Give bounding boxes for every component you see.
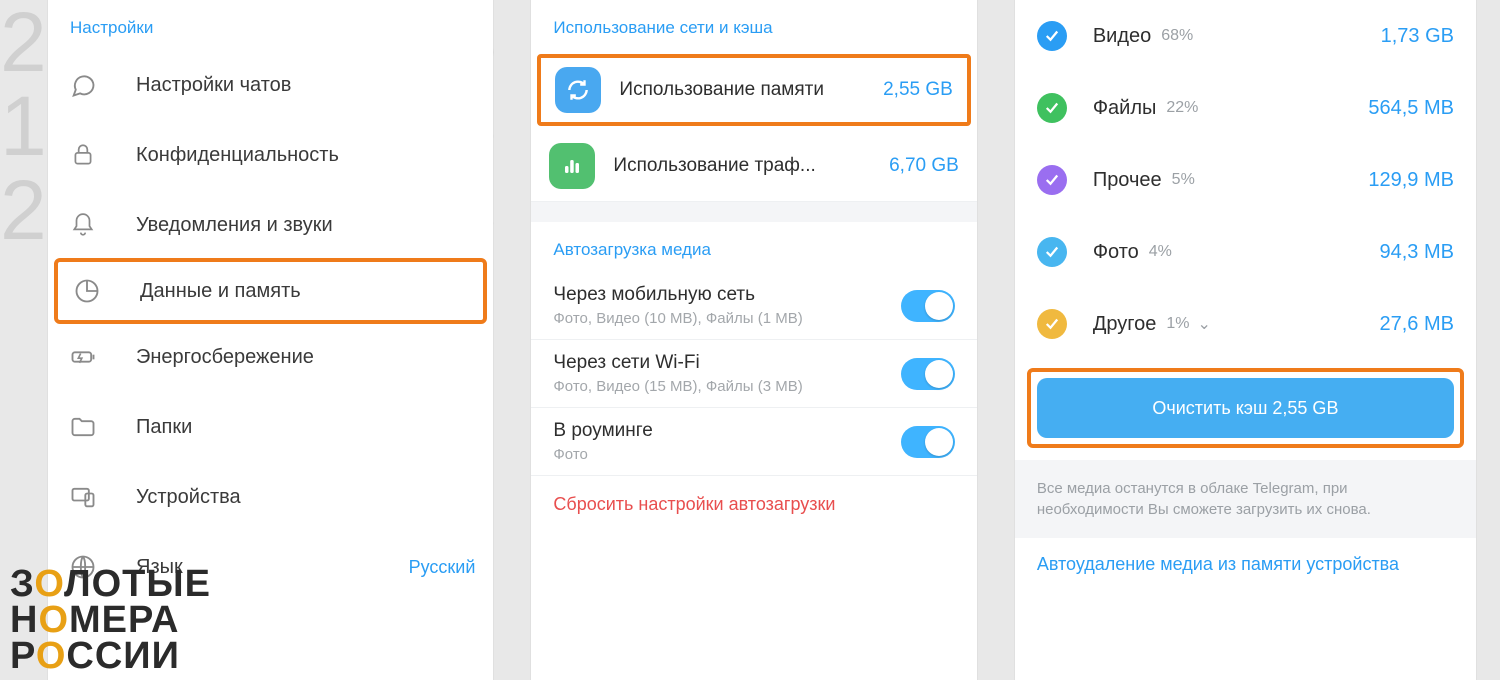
files-size: 564,5 MB [1368,97,1454,120]
cache-note: Все медиа останутся в облаке Telegram, п… [1015,460,1476,538]
section-gap [531,202,976,222]
lock-icon [66,138,100,172]
row-misc[interactable]: Прочее 5% 129,9 MB [1015,144,1476,216]
row-privacy[interactable]: Конфиденциальность [48,120,493,190]
refresh-icon [555,67,601,113]
auto-delete-link[interactable]: Автоудаление медиа из памяти устройства [1015,538,1476,579]
video-size: 1,73 GB [1381,25,1454,48]
misc-size: 129,9 MB [1368,169,1454,192]
bell-icon [66,208,100,242]
traffic-value: 6,70 GB [889,155,959,177]
row-label: Данные и память [140,280,301,303]
files-pct: 22% [1166,99,1198,117]
auto-cell-title: Через мобильную сеть [553,284,900,306]
row-photo[interactable]: Фото 4% 94,3 MB [1015,216,1476,288]
row-other[interactable]: Другое 1% ⌄ 27,6 MB [1015,288,1476,360]
panel-storage: Использование сети и кэша Использование … [531,0,976,680]
files-label: Файлы [1093,97,1157,120]
panel-cache-breakdown: Видео 68% 1,73 GB Файлы 22% 564,5 MB Про… [1015,0,1476,680]
reset-auto-download[interactable]: Сбросить настройки автозагрузки [531,476,976,533]
devices-icon [66,480,100,514]
memory-value: 2,55 GB [883,79,953,101]
language-value: Русский [409,557,476,578]
pie-icon [70,274,104,308]
check-icon [1037,21,1067,51]
toggle-cellular[interactable] [901,290,955,322]
row-auto-cellular[interactable]: Через мобильную сеть Фото, Видео (10 MB)… [531,272,976,340]
auto-download-header: Автозагрузка медиа [531,222,976,272]
settings-header: Настройки [48,0,493,50]
row-auto-roaming[interactable]: В роуминге Фото [531,408,976,476]
row-label: Энергосбережение [136,346,314,369]
chat-icon [66,68,100,102]
check-icon [1037,237,1067,267]
folder-icon [66,410,100,444]
auto-roam-title: В роуминге [553,420,900,442]
check-icon [1037,309,1067,339]
photo-label: Фото [1093,241,1139,264]
auto-cell-sub: Фото, Видео (10 MB), Файлы (1 MB) [553,310,900,327]
row-label: Конфиденциальность [136,144,339,167]
highlight-memory-usage: Использование памяти 2,55 GB [537,54,970,126]
traffic-label: Использование траф... [613,155,815,177]
row-devices[interactable]: Устройства [48,462,493,532]
photo-size: 94,3 MB [1380,241,1454,264]
row-auto-wifi[interactable]: Через сети Wi-Fi Фото, Видео (15 MB), Фа… [531,340,976,408]
highlight-clear-cache: Очистить кэш 2,55 GB [1027,368,1464,448]
row-memory-usage[interactable]: Использование памяти 2,55 GB [541,58,966,122]
row-label: Папки [136,416,192,439]
auto-wifi-sub: Фото, Видео (15 MB), Файлы (3 MB) [553,378,900,395]
storage-header: Использование сети и кэша [531,0,976,50]
row-power-saving[interactable]: Энергосбережение [48,322,493,392]
row-video[interactable]: Видео 68% 1,73 GB [1015,0,1476,72]
photo-pct: 4% [1149,243,1172,261]
panels-container: Настройки Настройки чатов Конфиденциальн… [0,0,1500,680]
row-folders[interactable]: Папки [48,392,493,462]
auto-wifi-title: Через сети Wi-Fi [553,352,900,374]
other-size: 27,6 MB [1380,313,1454,336]
row-label: Устройства [136,486,241,509]
video-label: Видео [1093,25,1151,48]
other-pct: 1% [1166,315,1189,333]
clear-cache-button[interactable]: Очистить кэш 2,55 GB [1037,378,1454,438]
auto-roam-sub: Фото [553,446,900,463]
video-pct: 68% [1161,27,1193,45]
check-icon [1037,93,1067,123]
toggle-roaming[interactable] [901,426,955,458]
row-label: Уведомления и звуки [136,214,333,237]
row-traffic-usage[interactable]: Использование траф... 6,70 GB [531,130,976,202]
watermark-logo: ЗОЛОТЫЕ НОМЕРА РОССИИ [10,566,211,674]
toggle-wifi[interactable] [901,358,955,390]
row-label: Настройки чатов [136,74,291,97]
misc-pct: 5% [1172,171,1195,189]
misc-label: Прочее [1093,169,1162,192]
chevron-down-icon: ⌄ [1197,314,1210,334]
row-files[interactable]: Файлы 22% 564,5 MB [1015,72,1476,144]
row-chat-settings[interactable]: Настройки чатов [48,50,493,120]
row-notifications[interactable]: Уведомления и звуки [48,190,493,260]
row-data-and-storage[interactable]: Данные и память [54,258,487,324]
other-label: Другое [1093,313,1157,336]
memory-label: Использование памяти [619,79,824,101]
check-icon [1037,165,1067,195]
chart-icon [549,143,595,189]
battery-icon [66,340,100,374]
